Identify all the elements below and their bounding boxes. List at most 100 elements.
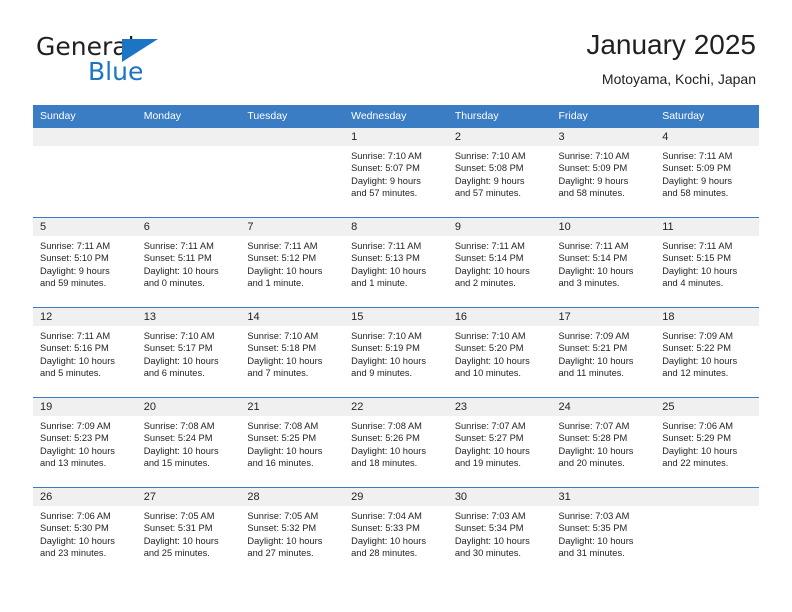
sunrise-text: Sunrise: 7:09 AM <box>662 331 734 341</box>
daylight-text-line1: Daylight: 10 hours <box>351 265 427 276</box>
sunset-text: Sunset: 5:20 PM <box>454 343 524 354</box>
daylight-text-line1: Daylight: 10 hours <box>143 535 219 546</box>
sunrise-text: Sunrise: 7:05 AM <box>143 511 215 521</box>
day-number: 27 <box>136 488 241 506</box>
day-details: Sunrise: 7:11 AM Sunset: 5:12 PM Daylight:… <box>240 236 344 290</box>
daylight-text-line1: Daylight: 10 hours <box>143 265 219 276</box>
calendar-day-cell[interactable]: 7 Sunrise: 7:11 AM Sunset: 5:12 PM Daylight… <box>240 217 345 308</box>
calendar-day-cell[interactable]: 29 Sunrise: 7:04 AM Sunset: 5:33 PM Dayligh… <box>344 487 448 578</box>
calendar-day-cell[interactable]: 2 Sunrise: 7:10 AM Sunset: 5:08 PM Daylight… <box>447 127 552 218</box>
calendar-day-cell[interactable]: 31 Sunrise: 7:03 AM Sunset: 5:35 PM Dayligh… <box>551 487 656 578</box>
sunset-text: Sunset: 5:10 PM <box>40 253 109 264</box>
calendar-day-cell[interactable]: 5 Sunrise: 7:11 AM Sunset: 5:10 PM Daylight… <box>33 217 137 308</box>
calendar-day-cell[interactable]: 4 Sunrise: 7:11 AM Sunset: 5:09 PM Daylight… <box>655 127 759 218</box>
general-blue-logo[interactable]: General Blue <box>36 34 216 90</box>
day-number: 11 <box>655 218 759 236</box>
daylight-text-line2: and 12 minutes. <box>662 368 729 379</box>
calendar-day-cell[interactable]: 14 Sunrise: 7:10 AM Sunset: 5:18 PM Dayligh… <box>240 307 345 398</box>
calendar-day-cell[interactable]: 25 Sunrise: 7:06 AM Sunset: 5:29 PM Dayligh… <box>655 397 759 488</box>
daylight-text-line2: and 6 minutes. <box>143 368 205 379</box>
calendar-day-cell[interactable]: 13 Sunrise: 7:10 AM Sunset: 5:17 PM Dayligh… <box>136 307 241 398</box>
calendar-day-cell[interactable]: 16 Sunrise: 7:10 AM Sunset: 5:20 PM Dayligh… <box>447 307 552 398</box>
daylight-text-line1: Daylight: 10 hours <box>454 265 530 276</box>
sunset-text: Sunset: 5:23 PM <box>40 433 109 444</box>
calendar-day-cell[interactable]: 8 Sunrise: 7:11 AM Sunset: 5:13 PM Daylight… <box>344 217 448 308</box>
day-number: 28 <box>240 488 345 506</box>
sunrise-text: Sunrise: 7:09 AM <box>40 421 111 431</box>
calendar-day-cell[interactable]: 21 Sunrise: 7:08 AM Sunset: 5:25 PM Dayligh… <box>240 397 345 488</box>
sunrise-text: Sunrise: 7:10 AM <box>351 331 422 341</box>
sunset-text: Sunset: 5:19 PM <box>351 343 420 354</box>
daylight-text-line2: and 7 minutes. <box>247 368 309 379</box>
daylight-text-line2: and 1 minute. <box>247 278 304 289</box>
day-details: Sunrise: 7:10 AM Sunset: 5:08 PM Daylight:… <box>448 146 552 200</box>
day-details: Sunrise: 7:11 AM Sunset: 5:11 PM Daylight:… <box>137 236 241 290</box>
day-details: Sunrise: 7:11 AM Sunset: 5:10 PM Daylight:… <box>33 236 137 290</box>
day-number: 23 <box>447 398 552 416</box>
calendar-day-cell[interactable]: 24 Sunrise: 7:07 AM Sunset: 5:28 PM Dayligh… <box>551 397 656 488</box>
calendar-day-cell[interactable]: 10 Sunrise: 7:11 AM Sunset: 5:14 PM Dayligh… <box>551 217 656 308</box>
daylight-text-line1: Daylight: 10 hours <box>40 355 115 366</box>
calendar-week-row: 1 Sunrise: 7:10 AM Sunset: 5:07 PM Daylight… <box>33 127 759 218</box>
calendar-day-cell-empty <box>33 127 137 218</box>
calendar-day-cell[interactable]: 19 Sunrise: 7:09 AM Sunset: 5:23 PM Dayligh… <box>33 397 137 488</box>
weekday-header-row: Sunday Monday Tuesday Wednesday Thursday… <box>33 105 759 128</box>
calendar-week-row: 26 Sunrise: 7:06 AM Sunset: 5:30 PM Dayligh… <box>33 487 759 578</box>
calendar-day-cell[interactable]: 3 Sunrise: 7:10 AM Sunset: 5:09 PM Daylight… <box>551 127 656 218</box>
sunrise-text: Sunrise: 7:10 AM <box>143 331 215 341</box>
daylight-text-line1: Daylight: 10 hours <box>662 445 738 456</box>
day-number: 3 <box>551 128 656 146</box>
day-details: Sunrise: 7:10 AM Sunset: 5:18 PM Daylight:… <box>240 326 344 380</box>
daylight-text-line1: Daylight: 10 hours <box>247 535 323 546</box>
calendar-day-cell[interactable]: 28 Sunrise: 7:05 AM Sunset: 5:32 PM Dayligh… <box>240 487 345 578</box>
calendar-week-row: 5 Sunrise: 7:11 AM Sunset: 5:10 PM Daylight… <box>33 217 759 308</box>
day-number: 21 <box>240 398 345 416</box>
calendar-day-cell[interactable]: 12 Sunrise: 7:11 AM Sunset: 5:16 PM Dayligh… <box>33 307 137 398</box>
calendar-day-cell[interactable]: 6 Sunrise: 7:11 AM Sunset: 5:11 PM Daylight… <box>136 217 241 308</box>
day-number: 4 <box>655 128 759 146</box>
daylight-text-line1: Daylight: 10 hours <box>454 355 530 366</box>
sunrise-text: Sunrise: 7:10 AM <box>351 151 422 161</box>
calendar-day-cell[interactable]: 11 Sunrise: 7:11 AM Sunset: 5:15 PM Dayligh… <box>655 217 759 308</box>
day-number <box>655 488 759 506</box>
day-number: 30 <box>447 488 552 506</box>
calendar-day-cell[interactable]: 17 Sunrise: 7:09 AM Sunset: 5:21 PM Dayligh… <box>551 307 656 398</box>
calendar-day-cell[interactable]: 1 Sunrise: 7:10 AM Sunset: 5:07 PM Daylight… <box>344 127 448 218</box>
sunset-text: Sunset: 5:09 PM <box>662 163 731 174</box>
calendar-day-cell[interactable]: 30 Sunrise: 7:03 AM Sunset: 5:34 PM Dayligh… <box>447 487 552 578</box>
day-details: Sunrise: 7:10 AM Sunset: 5:20 PM Daylight:… <box>448 326 552 380</box>
day-number: 20 <box>136 398 241 416</box>
day-details: Sunrise: 7:11 AM Sunset: 5:14 PM Daylight:… <box>448 236 552 290</box>
calendar-day-cell[interactable]: 23 Sunrise: 7:07 AM Sunset: 5:27 PM Dayligh… <box>447 397 552 488</box>
daylight-text-line2: and 11 minutes. <box>558 368 624 379</box>
sunrise-text: Sunrise: 7:10 AM <box>247 331 319 341</box>
calendar-body: 1 Sunrise: 7:10 AM Sunset: 5:07 PM Daylight… <box>33 127 759 578</box>
daylight-text-line2: and 3 minutes. <box>558 278 620 289</box>
day-details: Sunrise: 7:08 AM Sunset: 5:25 PM Daylight:… <box>240 416 344 470</box>
sunset-text: Sunset: 5:13 PM <box>351 253 420 264</box>
sunset-text: Sunset: 5:11 PM <box>143 253 212 264</box>
calendar-day-cell[interactable]: 27 Sunrise: 7:05 AM Sunset: 5:31 PM Dayligh… <box>136 487 241 578</box>
sunset-text: Sunset: 5:08 PM <box>454 163 524 174</box>
weekday-header-saturday: Saturday <box>655 105 759 128</box>
sunrise-text: Sunrise: 7:04 AM <box>351 511 422 521</box>
day-number: 13 <box>136 308 241 326</box>
day-number: 29 <box>344 488 448 506</box>
sunrise-text: Sunrise: 7:10 AM <box>558 151 630 161</box>
calendar-day-cell[interactable]: 26 Sunrise: 7:06 AM Sunset: 5:30 PM Dayligh… <box>33 487 137 578</box>
calendar-day-cell[interactable]: 22 Sunrise: 7:08 AM Sunset: 5:26 PM Dayligh… <box>344 397 448 488</box>
day-details: Sunrise: 7:11 AM Sunset: 5:16 PM Daylight:… <box>33 326 137 380</box>
page-subtitle: Motoyama, Kochi, Japan <box>601 71 756 87</box>
sunrise-text: Sunrise: 7:11 AM <box>40 241 111 251</box>
weekday-header-wednesday: Wednesday <box>344 105 448 128</box>
daylight-text-line2: and 9 minutes. <box>351 368 413 379</box>
daylight-text-line1: Daylight: 10 hours <box>247 445 323 456</box>
daylight-text-line2: and 59 minutes. <box>40 278 107 289</box>
weekday-header-tuesday: Tuesday <box>240 105 345 128</box>
sunset-text: Sunset: 5:34 PM <box>454 523 524 534</box>
sunrise-text: Sunrise: 7:07 AM <box>558 421 630 431</box>
calendar-day-cell[interactable]: 20 Sunrise: 7:08 AM Sunset: 5:24 PM Dayligh… <box>136 397 241 488</box>
calendar-day-cell[interactable]: 9 Sunrise: 7:11 AM Sunset: 5:14 PM Daylight… <box>447 217 552 308</box>
calendar-day-cell[interactable]: 15 Sunrise: 7:10 AM Sunset: 5:19 PM Dayligh… <box>344 307 448 398</box>
calendar-day-cell[interactable]: 18 Sunrise: 7:09 AM Sunset: 5:22 PM Dayligh… <box>655 307 759 398</box>
